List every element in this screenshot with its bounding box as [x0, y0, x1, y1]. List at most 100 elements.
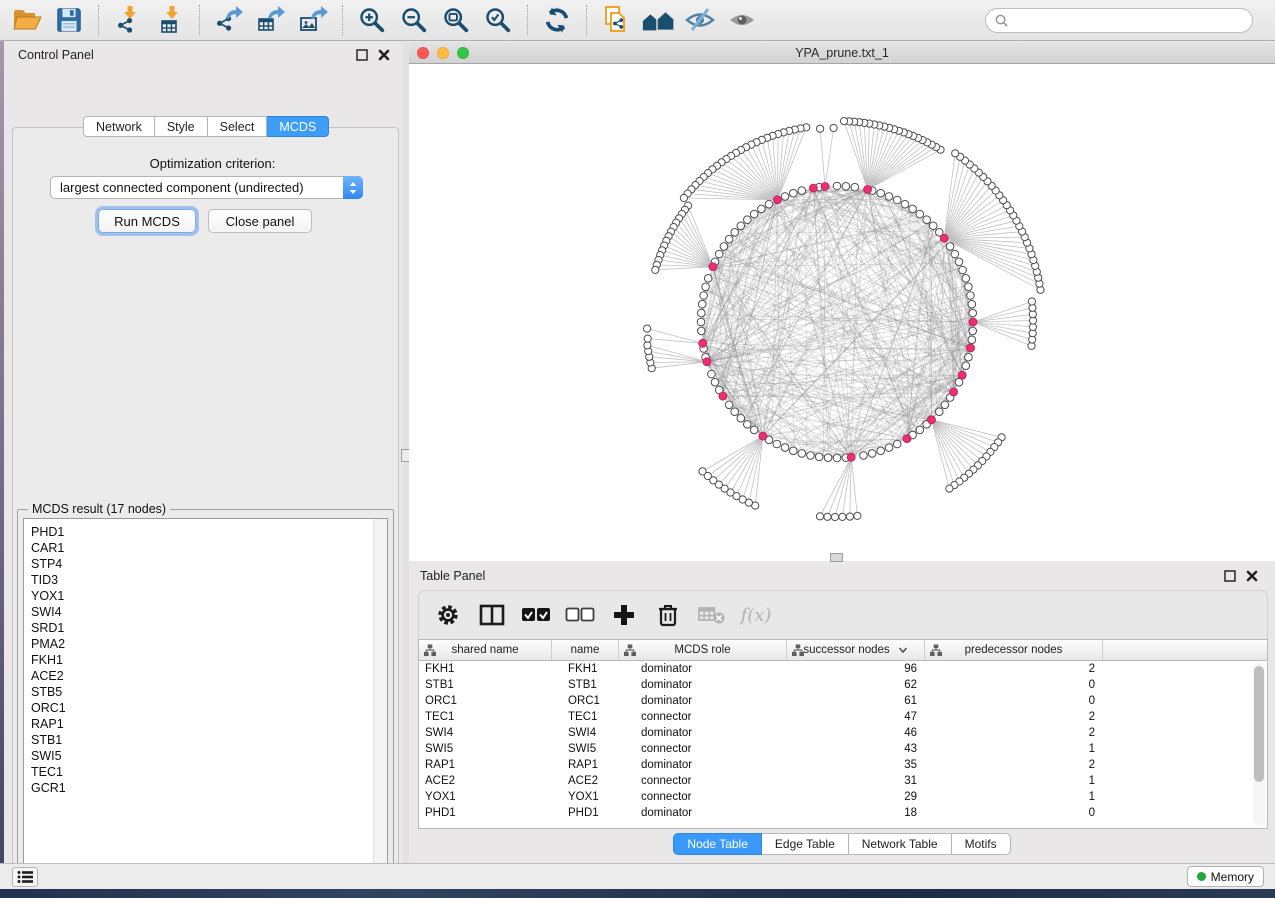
tab-node-table[interactable]: Node Table [673, 833, 762, 855]
table-cell[interactable]: RAP1 [419, 757, 552, 773]
network-view-canvas[interactable] [409, 64, 1275, 561]
table-cell[interactable]: dominator [619, 757, 787, 773]
tab-style[interactable]: Style [155, 116, 208, 137]
toolbar-button-zoom-in[interactable] [351, 2, 393, 38]
table-cell[interactable]: SWI5 [419, 741, 552, 757]
toolbar-button-zoom-out[interactable] [393, 2, 435, 38]
toolbar-button-import-table[interactable] [149, 2, 191, 38]
table-row[interactable]: ORC1ORC1dominator610 [419, 693, 1267, 709]
table-cell[interactable]: dominator [619, 725, 787, 741]
table-cell[interactable]: 18 [787, 805, 925, 821]
mcds-result-item[interactable]: STB1 [31, 732, 387, 748]
mcds-result-item[interactable]: STP4 [31, 556, 387, 572]
table-cell[interactable]: connector [619, 773, 787, 789]
table-cell[interactable]: 2 [925, 725, 1103, 741]
network-window-titlebar[interactable]: YPA_prune.txt_1 [409, 42, 1275, 64]
table-cell[interactable]: PHD1 [419, 805, 552, 821]
tab-network-table[interactable]: Network Table [849, 833, 952, 855]
table-toolbar-button-check-pair[interactable] [523, 602, 549, 628]
search-input[interactable] [1015, 11, 1252, 31]
table-cell[interactable]: TEC1 [552, 709, 619, 725]
table-row[interactable]: FKH1FKH1dominator962 [419, 661, 1267, 677]
select-stepper-icon[interactable] [343, 176, 363, 199]
table-row[interactable]: ACE2ACE2connector311 [419, 773, 1267, 789]
float-table-panel-icon[interactable] [1221, 567, 1239, 585]
toolbar-button-first-neighbors[interactable] [637, 2, 679, 38]
table-row[interactable]: TEC1TEC1connector472 [419, 709, 1267, 725]
table-cell[interactable]: YOX1 [419, 789, 552, 805]
table-scrollbar[interactable] [1253, 663, 1265, 826]
toolbar-button-export-network[interactable] [208, 2, 250, 38]
table-cell[interactable]: dominator [619, 677, 787, 693]
column-header-successor-nodes[interactable]: successor nodes [787, 640, 925, 660]
table-cell[interactable]: 61 [787, 693, 925, 709]
horizontal-splitter-grip[interactable] [830, 553, 843, 562]
table-cell[interactable]: ACE2 [552, 773, 619, 789]
toolbar-button-refresh-layout[interactable] [536, 2, 578, 38]
close-panel-icon[interactable] [375, 46, 393, 64]
table-cell[interactable]: dominator [619, 805, 787, 821]
mcds-result-item[interactable]: ORC1 [31, 700, 387, 716]
table-cell[interactable]: 1 [925, 773, 1103, 789]
table-row[interactable]: SWI4SWI4dominator462 [419, 725, 1267, 741]
table-cell[interactable]: STB1 [419, 677, 552, 693]
table-cell[interactable]: 46 [787, 725, 925, 741]
table-cell[interactable]: connector [619, 789, 787, 805]
mcds-result-item[interactable]: ACE2 [31, 668, 387, 684]
optimization-criterion-select[interactable]: largest connected component (undirected) [50, 176, 363, 199]
table-row[interactable]: YOX1YOX1connector291 [419, 789, 1267, 805]
table-cell[interactable]: SWI4 [552, 725, 619, 741]
mcds-result-item[interactable]: SWI5 [31, 748, 387, 764]
toolbar-button-zoom-selected[interactable] [477, 2, 519, 38]
table-cell[interactable]: 2 [925, 757, 1103, 773]
table-row[interactable]: SWI5SWI5connector431 [419, 741, 1267, 757]
close-table-panel-icon[interactable] [1243, 567, 1261, 585]
table-cell[interactable]: 47 [787, 709, 925, 725]
table-cell[interactable]: FKH1 [419, 661, 552, 677]
toolbar-button-save-session[interactable] [48, 2, 90, 38]
table-cell[interactable]: 35 [787, 757, 925, 773]
toolbar-button-export-image[interactable] [292, 2, 334, 38]
table-row[interactable]: RAP1RAP1dominator352 [419, 757, 1267, 773]
table-cell[interactable]: 2 [925, 709, 1103, 725]
table-cell[interactable]: STB1 [552, 677, 619, 693]
tab-motifs[interactable]: Motifs [952, 833, 1011, 855]
table-toolbar-button-gear[interactable] [435, 602, 461, 628]
table-cell[interactable]: 43 [787, 741, 925, 757]
toolbar-button-hide-selected[interactable] [679, 2, 721, 38]
close-panel-button[interactable]: Close panel [208, 209, 312, 233]
mcds-result-item[interactable]: STB5 [31, 684, 387, 700]
table-cell[interactable]: ORC1 [419, 693, 552, 709]
table-cell[interactable]: 96 [787, 661, 925, 677]
table-cell[interactable]: SWI4 [419, 725, 552, 741]
table-cell[interactable]: RAP1 [552, 757, 619, 773]
table-cell[interactable]: 1 [925, 789, 1103, 805]
mcds-result-item[interactable]: PHD1 [31, 524, 387, 540]
table-cell[interactable]: TEC1 [419, 709, 552, 725]
tab-select[interactable]: Select [208, 116, 268, 137]
table-cell[interactable]: 2 [925, 661, 1103, 677]
table-cell[interactable]: connector [619, 709, 787, 725]
table-cell[interactable]: connector [619, 741, 787, 757]
table-toolbar-button-columns[interactable] [479, 602, 505, 628]
float-panel-icon[interactable] [353, 46, 371, 64]
network-graph[interactable] [409, 64, 1275, 561]
column-header-shared-name[interactable]: shared name [419, 640, 552, 660]
mcds-result-list[interactable]: PHD1CAR1STP4TID3YOX1SWI4SRD1PMA2FKH1ACE2… [23, 518, 388, 873]
automation-panel-button[interactable] [12, 867, 38, 887]
toolbar-button-zoom-fit[interactable] [435, 2, 477, 38]
mcds-result-item[interactable]: SWI4 [31, 604, 387, 620]
mcds-result-item[interactable]: TID3 [31, 572, 387, 588]
tab-mcds[interactable]: MCDS [267, 116, 329, 137]
tab-network[interactable]: Network [83, 116, 155, 137]
table-cell[interactable]: 0 [925, 693, 1103, 709]
toolbar-button-open-file[interactable] [6, 2, 48, 38]
mcds-result-item[interactable]: TEC1 [31, 764, 387, 780]
table-scrollbar-thumb[interactable] [1254, 666, 1264, 782]
table-toolbar-button-plus[interactable] [611, 602, 637, 628]
table-cell[interactable]: 1 [925, 741, 1103, 757]
memory-button[interactable]: Memory [1187, 866, 1264, 887]
table-cell[interactable]: 0 [925, 805, 1103, 821]
column-header-predecessor-nodes[interactable]: predecessor nodes [925, 640, 1103, 660]
column-header-name[interactable]: name [552, 640, 619, 660]
